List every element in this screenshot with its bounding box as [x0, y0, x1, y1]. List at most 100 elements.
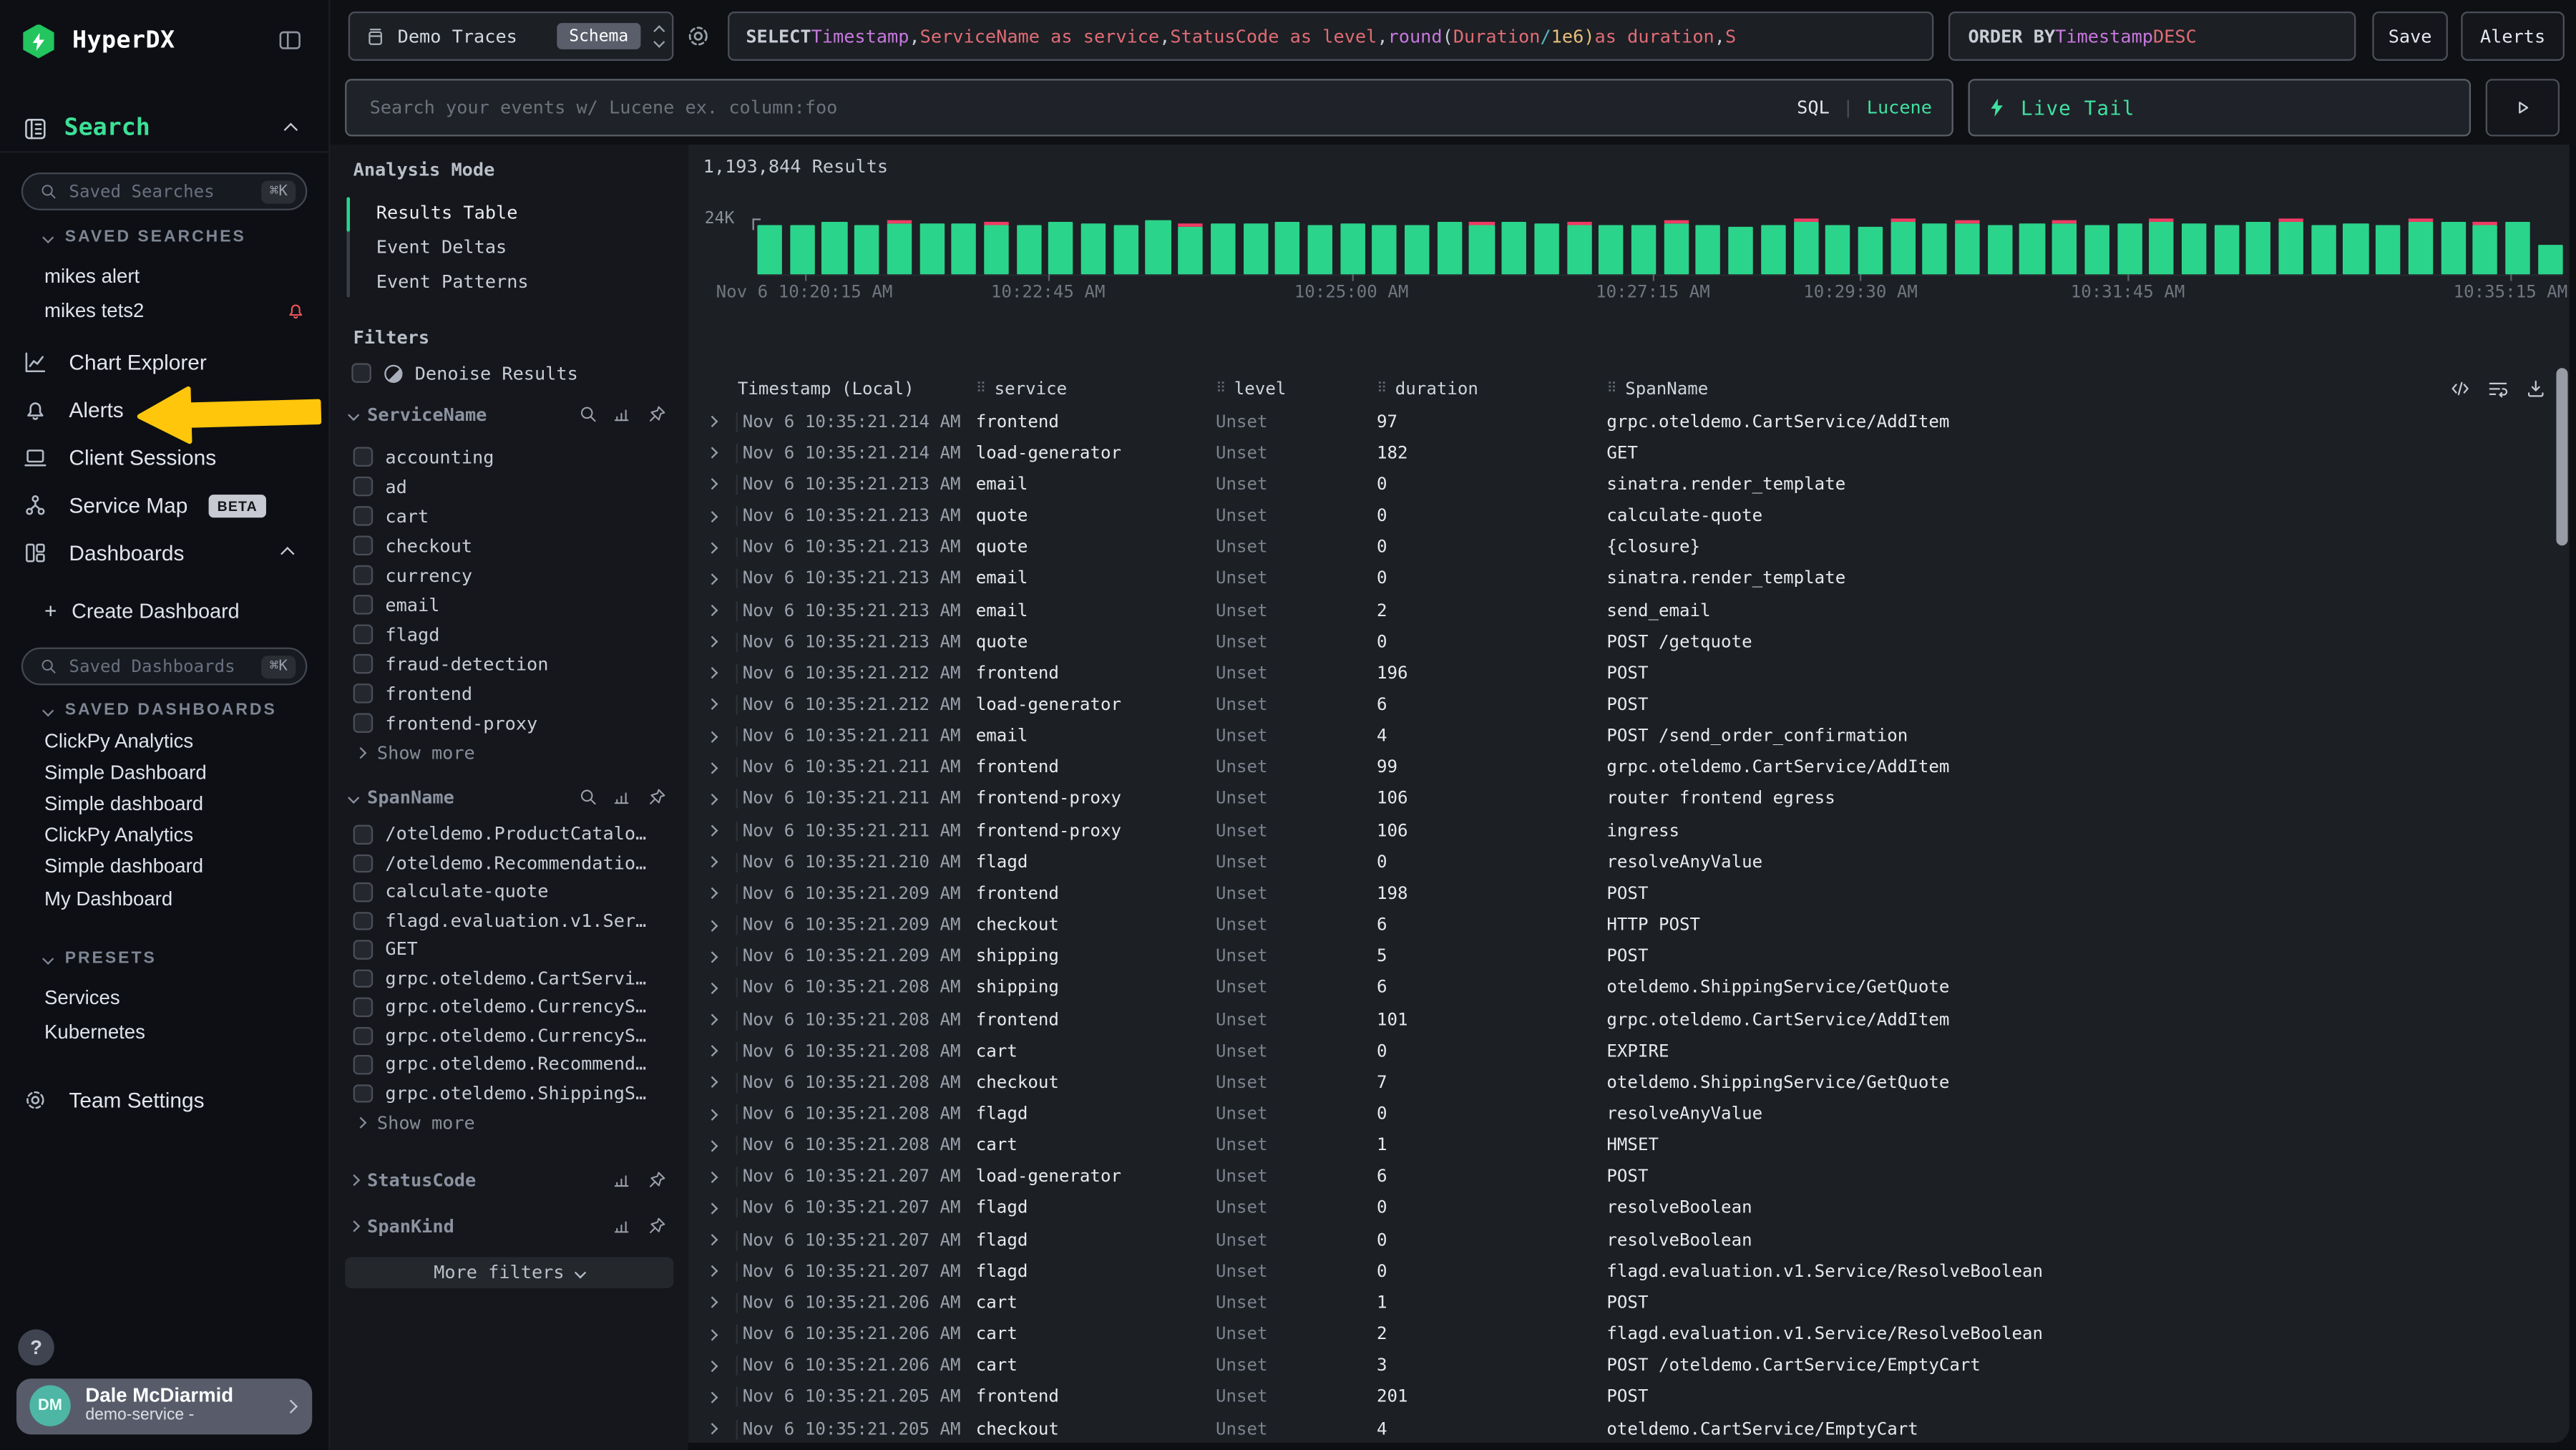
histogram-bar[interactable]	[1729, 226, 1754, 273]
column-header-level[interactable]: ⠿level	[1216, 379, 1377, 399]
scrollbar-thumb[interactable]	[2556, 368, 2567, 545]
pin-icon[interactable]	[648, 787, 668, 807]
presets-header[interactable]: PRESETS	[44, 950, 157, 968]
row-expander-icon[interactable]	[706, 1172, 718, 1183]
table-row[interactable]: Nov 6 10:35:21.206 AMcartUnset2flagd.eva…	[703, 1319, 2560, 1351]
checkbox[interactable]	[353, 684, 372, 703]
histogram-bar[interactable]	[952, 223, 977, 273]
histogram-bar[interactable]	[887, 224, 912, 273]
histogram-bar[interactable]	[1146, 220, 1171, 273]
row-expander-icon[interactable]	[706, 479, 718, 490]
filter-option[interactable]: frontend-proxy	[350, 709, 667, 738]
histogram-bar[interactable]	[822, 222, 847, 273]
row-expander-icon[interactable]	[706, 1077, 718, 1089]
saved-dashboard-item[interactable]: Simple dashboard	[44, 851, 316, 882]
row-expander[interactable]	[703, 852, 738, 872]
table-row[interactable]: Nov 6 10:35:21.205 AMcheckoutUnset4oteld…	[703, 1413, 2560, 1441]
histogram-bar[interactable]	[757, 225, 782, 273]
histogram-bar[interactable]	[1923, 224, 1948, 274]
bar-chart-icon[interactable]	[613, 787, 633, 807]
checkbox[interactable]	[353, 854, 372, 872]
table-row[interactable]: Nov 6 10:35:21.214 AMload-generatorUnset…	[703, 437, 2560, 469]
row-expander[interactable]	[703, 632, 738, 652]
table-row[interactable]: Nov 6 10:35:21.209 AMcheckoutUnset6HTTP …	[703, 910, 2560, 941]
row-expander[interactable]	[703, 663, 738, 683]
show-more-button[interactable]: Show more	[350, 738, 667, 767]
histogram-bar[interactable]	[2246, 222, 2271, 273]
checkbox[interactable]	[353, 714, 372, 732]
row-expander-icon[interactable]	[706, 573, 718, 585]
checkbox[interactable]	[353, 654, 372, 673]
column-header-spanname[interactable]: ⠿SpanName	[1606, 379, 2504, 399]
histogram-bar[interactable]	[1275, 222, 1300, 274]
sidebar-item-team-settings[interactable]: Team Settings	[23, 1079, 204, 1119]
row-expander-icon[interactable]	[706, 920, 718, 931]
saved-dashboard-item[interactable]: Simple dashboard	[44, 788, 316, 819]
histogram-bar[interactable]	[919, 224, 945, 274]
histogram-bar[interactable]	[1955, 223, 1980, 273]
saved-search-item[interactable]: mikes tets2	[44, 293, 316, 327]
column-header-service[interactable]: ⠿service	[976, 379, 1216, 399]
download-icon[interactable]	[2525, 378, 2547, 399]
histogram-bar[interactable]	[2279, 221, 2304, 273]
checkbox[interactable]	[353, 968, 372, 987]
row-expander[interactable]	[703, 1199, 738, 1219]
histogram-bar[interactable]	[1987, 225, 2012, 273]
row-expander[interactable]	[703, 1325, 738, 1345]
histogram-bar[interactable]	[1566, 225, 1591, 273]
row-expander[interactable]	[703, 789, 738, 809]
alerts-button[interactable]: Alerts	[2461, 11, 2565, 61]
histogram-bar[interactable]	[1696, 225, 1721, 273]
row-expander-icon[interactable]	[706, 1265, 718, 1277]
pin-icon[interactable]	[648, 1216, 668, 1236]
row-expander-icon[interactable]	[706, 1360, 718, 1371]
histogram-bar[interactable]	[790, 225, 815, 273]
checkbox[interactable]	[353, 882, 372, 901]
filter-group-header[interactable]: StatusCode	[350, 1167, 667, 1193]
filter-option[interactable]: grpc.oteldemo.CartServi…	[350, 964, 667, 993]
table-row[interactable]: Nov 6 10:35:21.209 AMshippingUnset5POST	[703, 941, 2560, 973]
row-expander[interactable]	[703, 758, 738, 778]
row-expander-icon[interactable]	[706, 983, 718, 994]
row-expander-icon[interactable]	[706, 1014, 718, 1026]
checkbox[interactable]	[353, 477, 372, 495]
preset-item[interactable]: Services	[44, 979, 316, 1013]
histogram-bar[interactable]	[1470, 225, 1495, 273]
histogram-bar[interactable]	[1631, 225, 1657, 273]
histogram-bar[interactable]	[2537, 245, 2562, 274]
run-query-button[interactable]	[2486, 79, 2560, 136]
row-expander-icon[interactable]	[706, 1046, 718, 1057]
histogram-bar[interactable]	[2473, 225, 2498, 273]
lucene-mode-toggle[interactable]: Lucene	[1867, 97, 1932, 118]
table-row[interactable]: Nov 6 10:35:21.207 AMflagdUnset0resolveB…	[703, 1193, 2560, 1225]
saved-dashboards-input[interactable]: Saved Dashboards ⌘K	[21, 648, 307, 686]
checkbox[interactable]	[353, 507, 372, 525]
checkbox[interactable]	[353, 536, 372, 555]
histogram-bar[interactable]	[2408, 223, 2433, 274]
histogram-bar[interactable]	[2020, 223, 2045, 274]
row-expander-icon[interactable]	[706, 605, 718, 616]
table-row[interactable]: Nov 6 10:35:21.212 AMload-generatorUnset…	[703, 689, 2560, 721]
histogram-bar[interactable]	[2117, 224, 2142, 273]
histogram-bar[interactable]	[1049, 223, 1074, 273]
checkbox[interactable]	[353, 565, 372, 584]
histogram-bar[interactable]	[1825, 225, 1850, 273]
row-expander[interactable]	[703, 1230, 738, 1250]
filter-option[interactable]: grpc.oteldemo.CurrencyS…	[350, 993, 667, 1021]
histogram-bar[interactable]	[1534, 223, 1559, 273]
filter-option[interactable]: cart	[350, 501, 667, 530]
user-menu[interactable]: DM Dale McDiarmid demo-service -	[16, 1378, 312, 1434]
table-row[interactable]: Nov 6 10:35:21.213 AMquoteUnset0POST /ge…	[703, 626, 2560, 658]
table-row[interactable]: Nov 6 10:35:21.208 AMcartUnset0EXPIRE	[703, 1036, 2560, 1067]
histogram-bar[interactable]	[2150, 223, 2175, 274]
row-expander[interactable]	[703, 569, 738, 589]
checkbox[interactable]	[353, 998, 372, 1016]
filter-option[interactable]: /oteldemo.ProductCatalo…	[350, 820, 667, 849]
filter-option[interactable]: calculate-quote	[350, 877, 667, 906]
table-row[interactable]: Nov 6 10:35:21.205 AMfrontendUnset201POS…	[703, 1382, 2560, 1413]
row-expander[interactable]	[703, 1041, 738, 1061]
saved-dashboard-item[interactable]: Simple Dashboard	[44, 756, 316, 788]
saved-searches-input[interactable]: Saved Searches ⌘K	[21, 172, 307, 210]
histogram-bar[interactable]	[2376, 225, 2401, 273]
code-icon[interactable]	[2449, 378, 2471, 399]
